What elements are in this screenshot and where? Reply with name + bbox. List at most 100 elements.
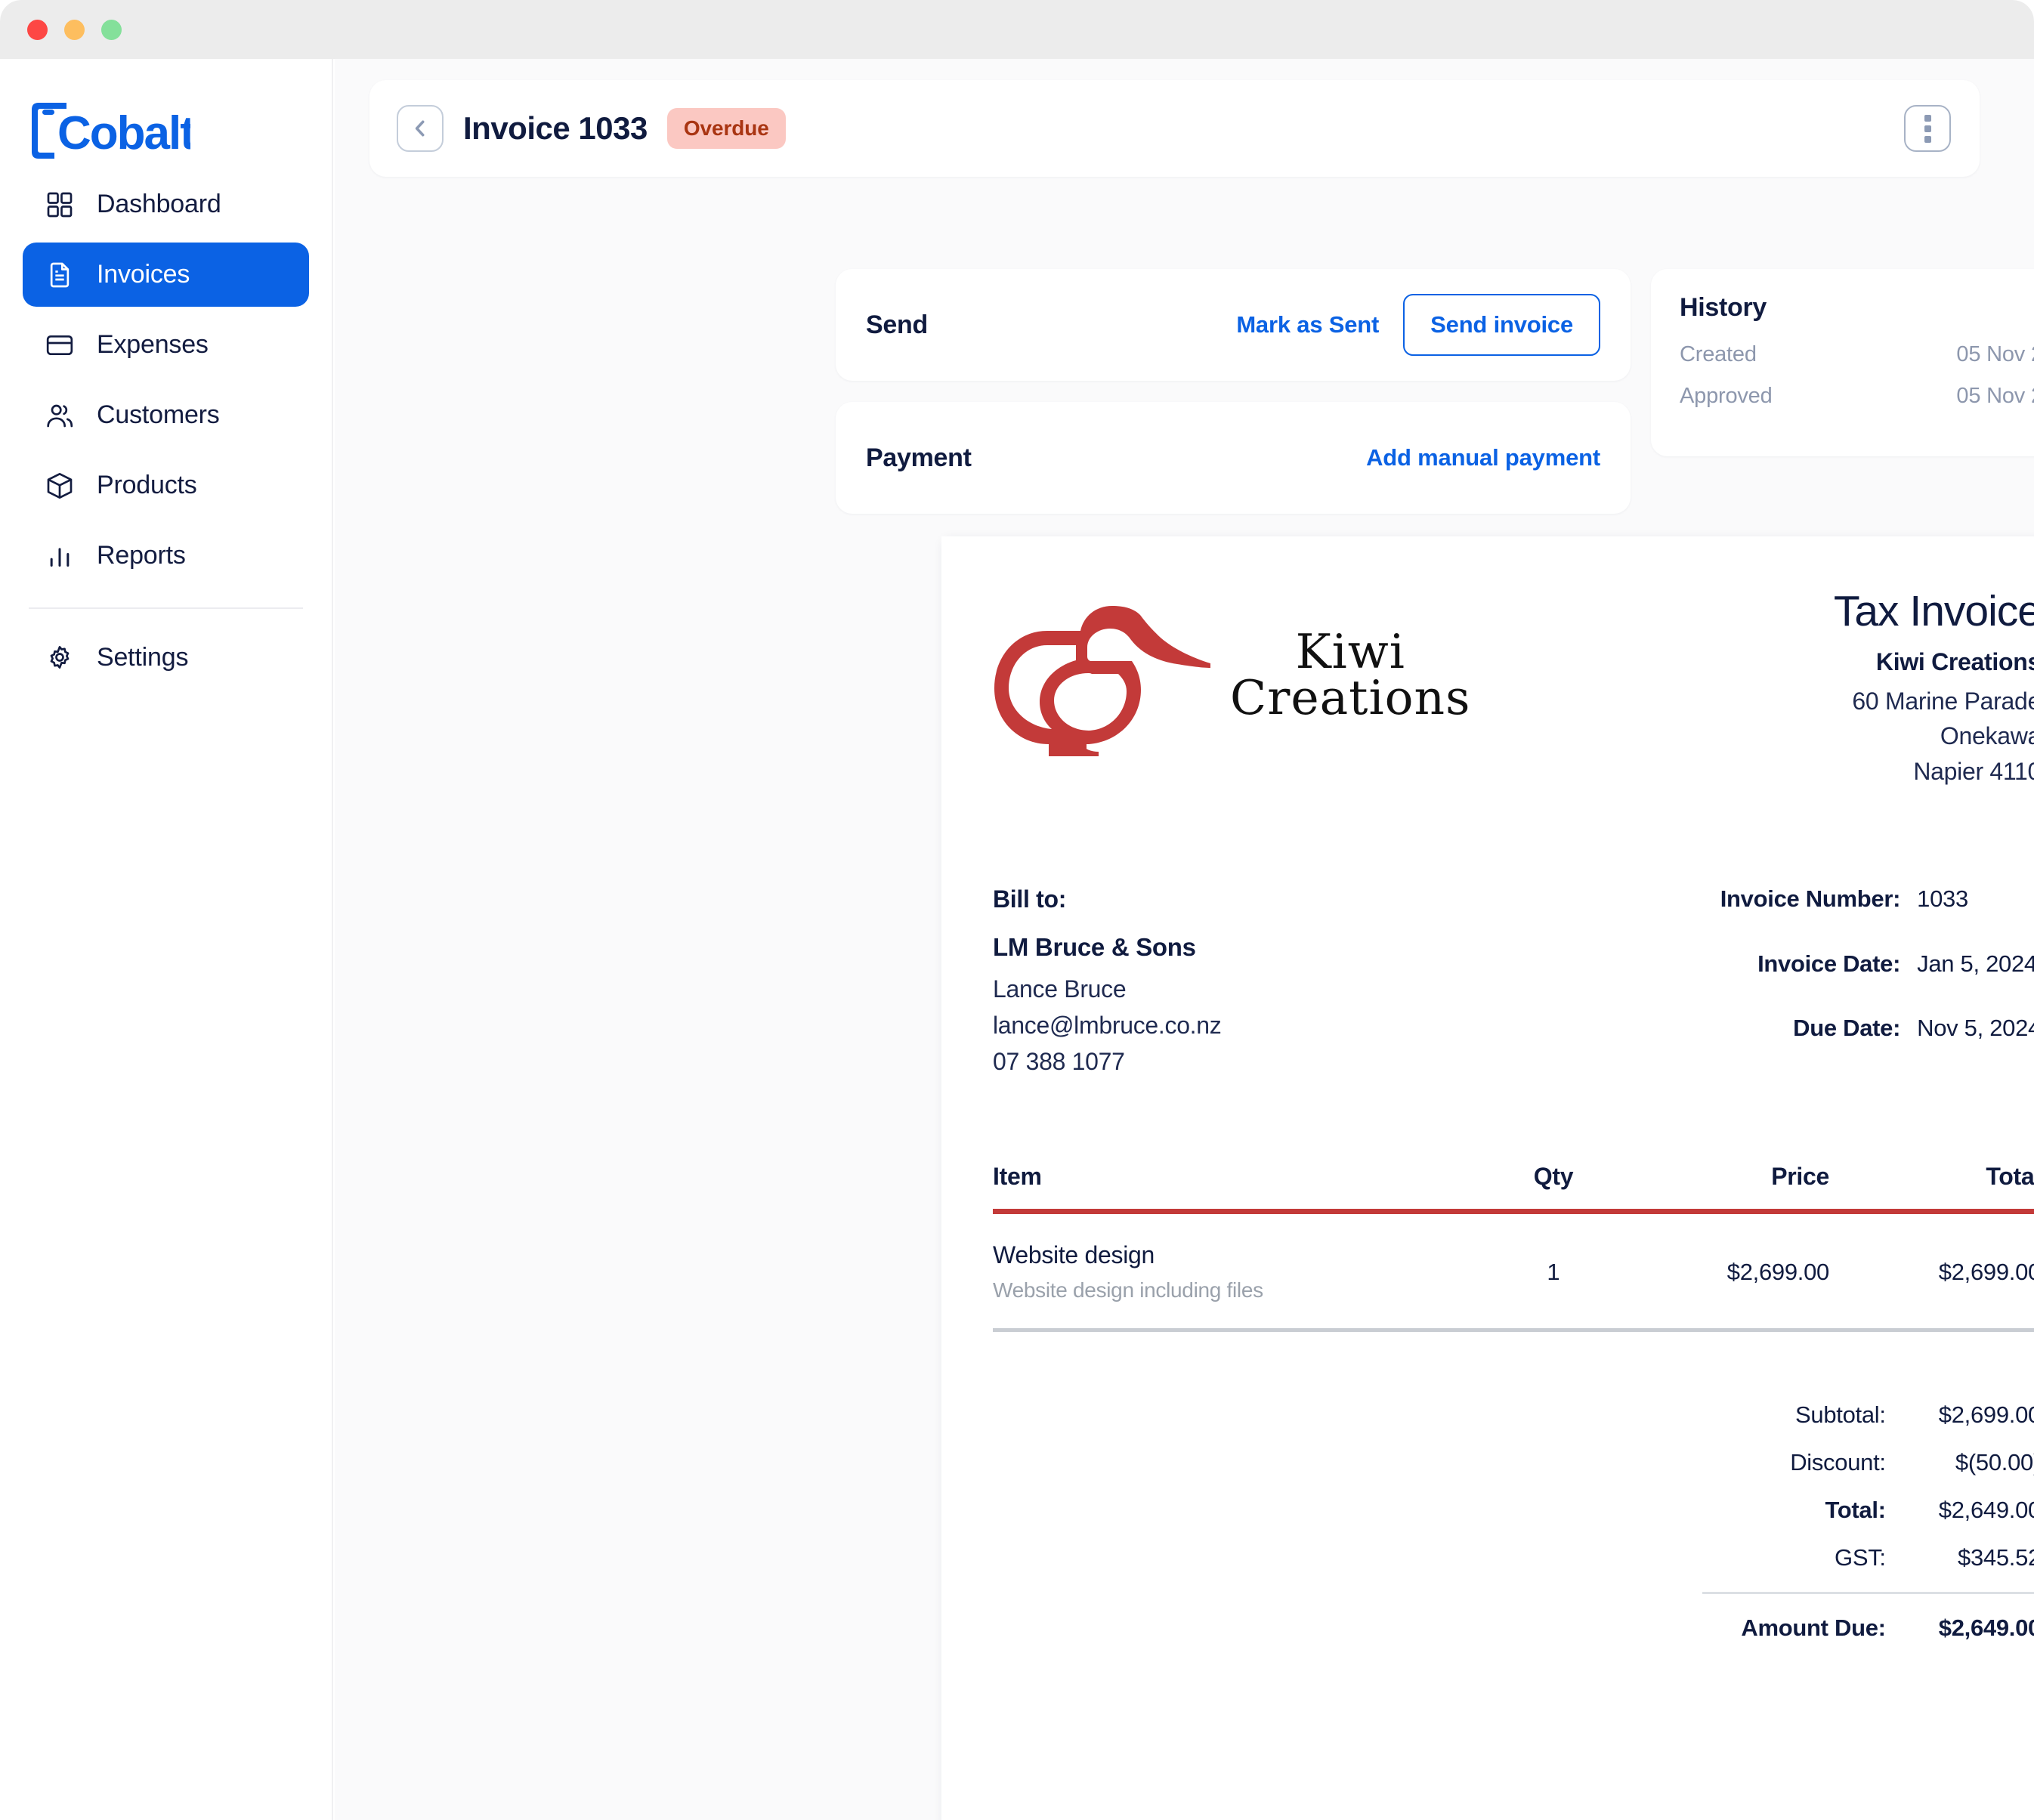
- box-icon: [42, 468, 77, 503]
- sidebar-item-invoices[interactable]: Invoices: [23, 243, 309, 307]
- bill-to-contact: Lance Bruce: [993, 971, 1221, 1007]
- invoice-meta-row: Due Date: Nov 5, 2024: [1720, 1015, 2034, 1080]
- history-title: History: [1680, 293, 2034, 323]
- line-items-head: Item Qty Price Total: [993, 1163, 2034, 1209]
- page-header: Invoice 1033 Overdue: [369, 80, 1980, 177]
- invoice-meta-row: Invoice Number: 1033: [1720, 885, 2034, 950]
- totals-key: Discount:: [1702, 1449, 1916, 1497]
- history-row: Created 05 Nov 2024, 7:35 PM: [1680, 342, 2034, 367]
- column-header-qty: Qty: [1482, 1163, 1625, 1209]
- sidebar-divider: [29, 607, 303, 609]
- table-top-rule: [993, 1209, 2034, 1214]
- line-item-name: Website design: [993, 1241, 1482, 1269]
- totals-value: $(50.00): [1916, 1449, 2034, 1497]
- send-card-title: Send: [866, 311, 928, 340]
- kiwi-bird-icon: [993, 594, 1219, 756]
- totals-row: Total: $2,649.00: [1702, 1497, 2034, 1544]
- bar-chart-icon: [42, 539, 77, 573]
- line-item-price: $2,699.00: [1625, 1214, 1829, 1328]
- send-card: Send Mark as Sent Send invoice: [836, 269, 1631, 381]
- bill-to-block: Bill to: LM Bruce & Sons Lance Bruce lan…: [993, 885, 1221, 1080]
- sidebar-item-settings[interactable]: Settings: [23, 626, 309, 690]
- line-item-total: $2,699.00: [1829, 1214, 2034, 1328]
- totals-row: Discount: $(50.00): [1702, 1449, 2034, 1497]
- window-minimize-button[interactable]: [64, 20, 85, 40]
- add-manual-payment-button[interactable]: Add manual payment: [1366, 444, 1600, 471]
- sidebar-item-customers[interactable]: Customers: [23, 383, 309, 447]
- window-close-button[interactable]: [27, 20, 48, 40]
- send-invoice-button[interactable]: Send invoice: [1403, 294, 1600, 356]
- sidebar-item-reports[interactable]: Reports: [23, 524, 309, 588]
- back-button[interactable]: [397, 105, 444, 152]
- totals-value: $2,699.00: [1916, 1401, 2034, 1449]
- chevron-left-icon: [409, 117, 431, 140]
- invoice-meta-key: Invoice Number:: [1720, 885, 1917, 950]
- sidebar: Cobalt Dashboard: [0, 59, 333, 1820]
- history-row-label: Created: [1680, 342, 1757, 367]
- sidebar-nav: Dashboard Invoices: [0, 172, 332, 690]
- brand-wordmark: Kiwi Creations: [1230, 629, 1470, 721]
- bill-to-phone: 07 388 1077: [993, 1043, 1221, 1080]
- sidebar-item-label: Dashboard: [97, 190, 221, 219]
- sidebar-item-label: Products: [97, 471, 197, 500]
- amount-due-value: $2,649.00: [1916, 1615, 2034, 1642]
- invoice-company-name: Kiwi Creations: [1834, 648, 2034, 676]
- line-item-description: Website design including files: [993, 1278, 1482, 1302]
- sidebar-item-label: Customers: [97, 400, 220, 430]
- history-row-value: 05 Nov 2024, 7:35 PM: [1956, 342, 2034, 367]
- mark-as-sent-button[interactable]: Mark as Sent: [1236, 311, 1379, 338]
- page-header-left: Invoice 1033 Overdue: [397, 105, 786, 152]
- amount-due-label: Amount Due:: [1702, 1615, 1916, 1642]
- invoice-company-address-line: Napier 4110: [1834, 754, 2034, 789]
- brand-name-line2: Creations: [1230, 675, 1470, 721]
- invoice-parties: Bill to: LM Bruce & Sons Lance Bruce lan…: [993, 885, 2034, 1080]
- bill-to-company: LM Bruce & Sons: [993, 933, 1221, 962]
- sidebar-item-dashboard[interactable]: Dashboard: [23, 172, 309, 236]
- payment-card: Payment Add manual payment: [836, 402, 1631, 514]
- document-icon: [42, 258, 77, 292]
- window-maximize-button[interactable]: [101, 20, 122, 40]
- column-header-item: Item: [993, 1163, 1482, 1209]
- svg-text:Cobalt: Cobalt: [57, 107, 190, 159]
- totals-value: $345.52: [1916, 1544, 2034, 1593]
- table-row: Website design Website design including …: [993, 1214, 2034, 1328]
- totals-row: GST: $345.52: [1702, 1544, 2034, 1593]
- invoice-doc-title: Tax Invoice: [1834, 586, 2034, 636]
- sidebar-item-products[interactable]: Products: [23, 453, 309, 518]
- invoice-meta-row: Invoice Date: Jan 5, 2024: [1720, 950, 2034, 1015]
- grid-icon: [42, 187, 77, 222]
- sidebar-item-expenses[interactable]: Expenses: [23, 313, 309, 377]
- line-items-body-table: Website design Website design including …: [993, 1214, 2034, 1328]
- invoice-title-block: Tax Invoice Kiwi Creations 60 Marine Par…: [1834, 583, 2034, 789]
- totals-row: Subtotal: $2,699.00: [1702, 1401, 2034, 1449]
- invoice-totals: Subtotal: $2,699.00 Discount: $(50.00) T…: [993, 1401, 2034, 1642]
- payment-card-title: Payment: [866, 443, 972, 473]
- totals-value: $2,649.00: [1916, 1497, 2034, 1544]
- app-logo[interactable]: Cobalt: [0, 59, 332, 172]
- line-items-header-row: Item Qty Price Total: [993, 1163, 2034, 1209]
- payment-card-actions: Add manual payment: [1366, 444, 1600, 471]
- gear-icon: [42, 641, 77, 675]
- page-title: Invoice 1033: [463, 110, 648, 147]
- history-row-label: Approved: [1680, 384, 1773, 409]
- table-bottom-rule: [993, 1328, 2034, 1332]
- line-item-cell: Website design Website design including …: [993, 1214, 1482, 1328]
- invoice-meta-value: Nov 5, 2024: [1917, 1015, 2034, 1080]
- kebab-menu-icon: [1924, 125, 1931, 132]
- line-item-qty: 1: [1482, 1214, 1625, 1328]
- invoice-meta-table: Invoice Number: 1033 Invoice Date: Jan 5…: [1720, 885, 2034, 1080]
- totals-key: Subtotal:: [1702, 1401, 1916, 1449]
- invoice-brand: Kiwi Creations: [993, 583, 1470, 756]
- status-badge: Overdue: [667, 108, 786, 149]
- kebab-menu-icon: [1924, 115, 1931, 122]
- totals-divider: [1702, 1593, 2034, 1615]
- invoice-meta-value: Jan 5, 2024: [1917, 950, 2034, 1015]
- invoice-meta-key: Due Date:: [1720, 1015, 1917, 1080]
- users-icon: [42, 398, 77, 433]
- more-options-button[interactable]: [1904, 105, 1951, 152]
- kebab-menu-icon: [1924, 136, 1931, 143]
- column-header-price: Price: [1625, 1163, 1829, 1209]
- invoice-header: Kiwi Creations Tax Invoice Kiwi Creation…: [993, 583, 2034, 789]
- totals-key: Total:: [1702, 1497, 1916, 1544]
- column-header-total: Total: [1829, 1163, 2034, 1209]
